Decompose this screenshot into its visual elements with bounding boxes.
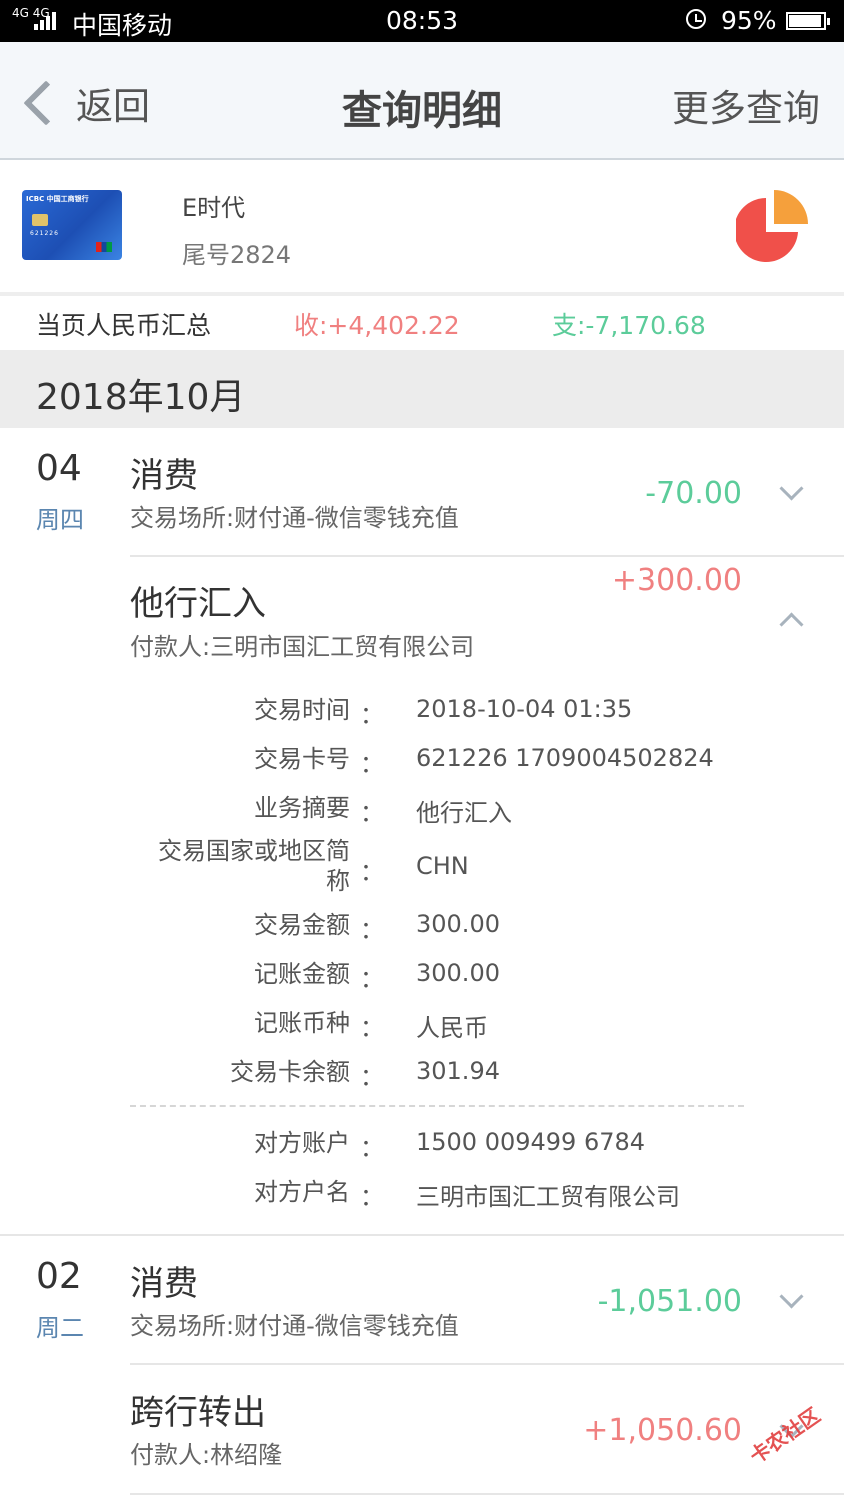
chevron-up-icon[interactable] <box>779 612 804 637</box>
transaction-amount: -1,051.00 <box>597 1284 742 1319</box>
detail-colon: ： <box>360 1014 384 1042</box>
card-number-text: 621226 <box>30 230 59 237</box>
unionpay-logo <box>96 242 112 252</box>
detail-colon: ： <box>360 799 384 827</box>
detail-label: 交易卡余额 <box>230 1058 350 1086</box>
weekday-label: 周二 <box>36 1314 84 1342</box>
detail-value: CHN <box>416 852 469 880</box>
transaction-amount: +300.00 <box>611 563 742 598</box>
counterparty-value: 1500 009499 6784 <box>416 1128 646 1156</box>
row-divider <box>130 1363 844 1365</box>
battery-icon <box>786 12 830 30</box>
transaction-amount: -70.00 <box>645 476 742 511</box>
card-info[interactable]: ICBC 中国工商银行 621226 E时代 尾号2824 <box>0 160 844 296</box>
chevron-down-icon[interactable] <box>779 1284 804 1309</box>
pie-chart-icon[interactable] <box>736 190 808 262</box>
chevron-down-icon[interactable] <box>779 476 804 501</box>
counterparty-value: 三明市国汇工贸有限公司 <box>416 1183 680 1211</box>
transaction-subtitle: 交易场所:财付通-微信零钱充值 <box>130 504 459 532</box>
battery-percent: 95% <box>721 6 777 35</box>
transaction-title: 消费 <box>130 1264 198 1304</box>
detail-value: 2018-10-04 01:35 <box>416 695 633 723</box>
transaction-title: 他行汇入 <box>130 584 266 624</box>
detail-colon: ： <box>360 750 384 778</box>
transaction-title: 消费 <box>130 456 198 496</box>
detail-value: 301.94 <box>416 1057 500 1085</box>
page-summary: 当页人民币汇总 收:+4,402.22 支:-7,170.68 <box>0 296 844 350</box>
detail-label: 记账币种 <box>254 1009 350 1037</box>
detail-colon: ： <box>360 1183 384 1211</box>
detail-colon: ： <box>360 965 384 993</box>
detail-value: 300.00 <box>416 959 500 987</box>
status-bar: 4G 4G 中国移动 08:53 95% <box>0 0 844 42</box>
bank-card-image: ICBC 中国工商银行 621226 <box>22 190 122 260</box>
clock: 08:53 <box>385 6 459 35</box>
card-chip-icon <box>32 214 48 226</box>
card-bank-text: ICBC 中国工商银行 <box>26 195 89 203</box>
expense-total: 支:-7,170.68 <box>552 311 706 340</box>
detail-value: 300.00 <box>416 910 500 938</box>
month-header: 2018年10月 <box>0 350 844 428</box>
more-query-button[interactable]: 更多查询 <box>672 78 820 132</box>
day-number: 02 <box>36 1256 82 1297</box>
counterparty-label: 对方账户 <box>254 1129 350 1157</box>
detail-colon: ： <box>360 701 384 729</box>
detail-label: 交易国家或地区简称 <box>158 837 350 895</box>
detail-value: 他行汇入 <box>416 799 512 827</box>
section-divider <box>0 1234 844 1236</box>
nav-bar: 返回 查询明细 更多查询 <box>0 42 844 160</box>
transaction-subtitle: 交易场所:财付通-微信零钱充值 <box>130 1312 459 1340</box>
detail-value: 621226 1709004502824 <box>416 744 714 772</box>
watermark-logo: 卡农社区 <box>745 1402 825 1469</box>
transaction-subtitle: 付款人:三明市国汇工贸有限公司 <box>130 633 475 661</box>
detail-colon: ： <box>360 1063 384 1091</box>
transaction-amount: +1,050.60 <box>583 1413 742 1448</box>
day-number: 04 <box>36 448 82 489</box>
detail-colon: ： <box>360 916 384 944</box>
dashed-divider <box>130 1105 744 1107</box>
detail-colon: ： <box>360 1134 384 1162</box>
detail-label: 记账金额 <box>254 960 350 988</box>
transaction-title: 跨行转出 <box>130 1393 266 1433</box>
summary-label: 当页人民币汇总 <box>36 311 212 340</box>
detail-value: 人民币 <box>416 1014 488 1042</box>
card-tail-number: 尾号2824 <box>182 241 292 269</box>
row-divider <box>130 555 844 557</box>
detail-label: 交易卡号 <box>254 745 350 773</box>
detail-colon: ： <box>360 858 384 886</box>
detail-label: 交易时间 <box>254 696 350 724</box>
income-total: 收:+4,402.22 <box>294 311 460 340</box>
detail-label: 业务摘要 <box>254 794 350 822</box>
month-label: 2018年10月 <box>36 377 246 418</box>
detail-label: 交易金额 <box>254 911 350 939</box>
row-divider <box>130 1493 844 1495</box>
weekday-label: 周四 <box>36 506 84 534</box>
counterparty-label: 对方户名 <box>254 1178 350 1206</box>
card-name: E时代 <box>182 194 246 222</box>
alarm-icon <box>686 9 706 29</box>
transaction-subtitle: 付款人:林绍隆 <box>130 1441 283 1469</box>
